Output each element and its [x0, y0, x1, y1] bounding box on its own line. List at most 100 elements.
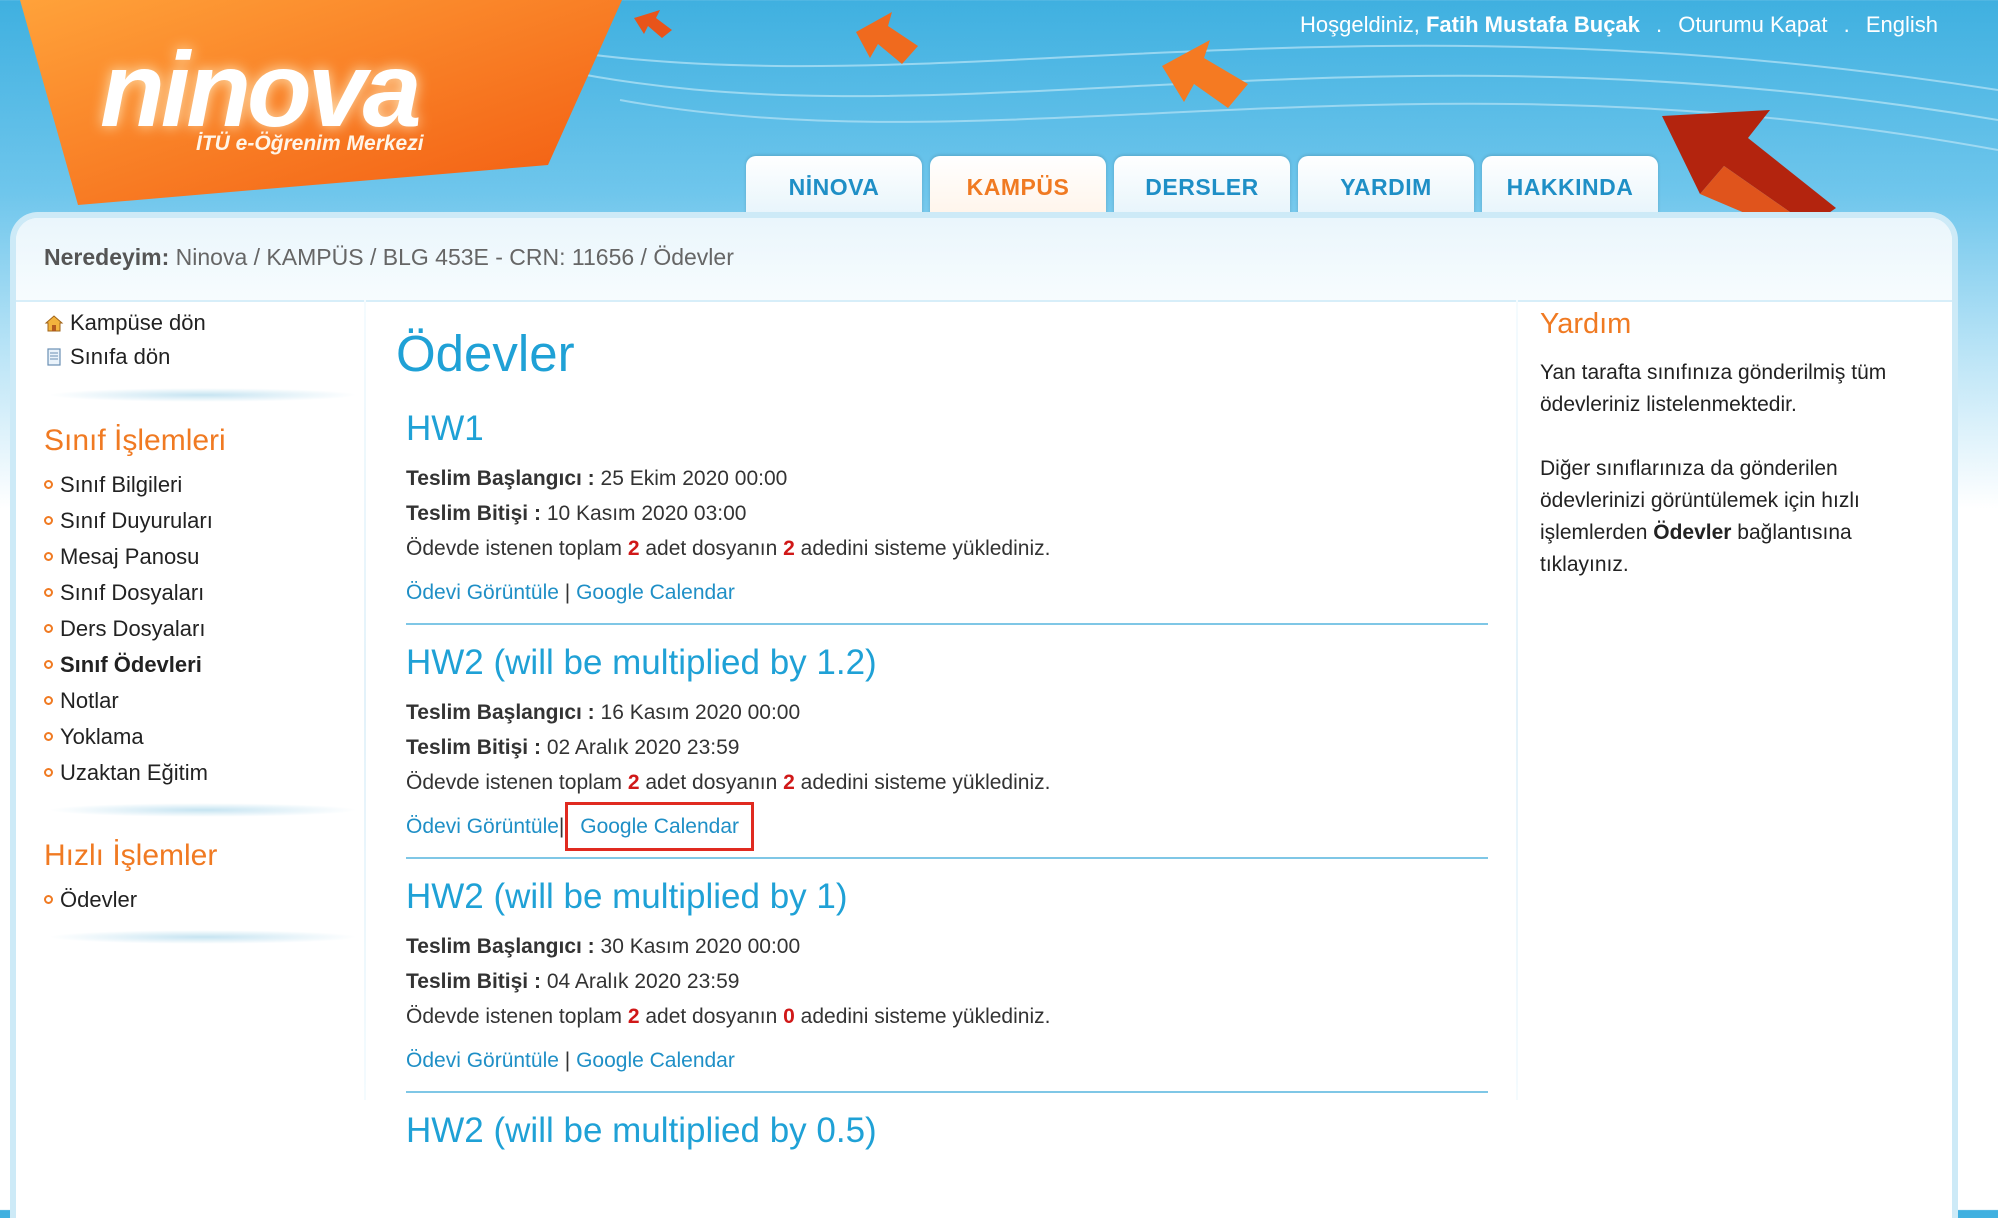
class-icon [47, 348, 61, 366]
breadcrumb: Neredeyim: Ninova / KAMPÜS / BLG 453E - … [16, 218, 1952, 302]
bullet-icon [44, 895, 53, 904]
homework-item: HW2 (will be multiplied by 1.2) Teslim B… [406, 643, 1488, 859]
end-value: 04 Aralık 2020 23:59 [546, 970, 740, 993]
homework-start: Teslim Başlangıcı : 16 Kasım 2020 00:00 [406, 701, 1488, 725]
homework-title[interactable]: HW2 (will be multiplied by 1) [406, 877, 1488, 917]
arrow-decoration-icon [634, 10, 672, 38]
breadcrumb-path[interactable]: Ninova / KAMPÜS / BLG 453E - CRN: 11656 … [176, 244, 734, 270]
homework-end: Teslim Bitişi : 10 Kasım 2020 03:00 [406, 502, 1488, 526]
link-separator: | [558, 815, 565, 838]
uploaded-count: 2 [783, 771, 795, 794]
homework-end: Teslim Bitişi : 04 Aralık 2020 23:59 [406, 970, 1488, 994]
start-value: 25 Ekim 2020 00:00 [600, 467, 788, 490]
sidebar-item-class-files[interactable]: Sınıf Dosyaları [44, 580, 350, 605]
homework-title[interactable]: HW2 (will be multiplied by 0.5) [406, 1111, 1488, 1151]
homework-title[interactable]: HW2 (will be multiplied by 1.2) [406, 643, 1488, 683]
top-user-bar: Hoşgeldiniz, Fatih Mustafa Buçak . Oturu… [1300, 12, 1938, 38]
homework-title[interactable]: HW1 [406, 409, 1488, 449]
arrow-decoration-icon [1162, 40, 1248, 108]
sidebar-divider [48, 803, 358, 817]
left-sidebar: Kampüse dön Sınıfa dön Sınıf İşlemleri S… [30, 310, 358, 962]
upload-text: adedini sisteme yüklediniz. [800, 771, 1051, 794]
sidebar-divider [48, 930, 358, 944]
upload-status: Ödevde istenen toplam 2 adet dosyanın 2 … [406, 537, 1488, 561]
end-value: 02 Aralık 2020 23:59 [546, 736, 740, 759]
sidebar-item-label: Uzaktan Eğitim [60, 759, 208, 785]
view-homework-link[interactable]: Ödevi Görüntüle [406, 1049, 559, 1072]
bullet-icon [44, 696, 53, 705]
sidebar-item-grades[interactable]: Notlar [44, 688, 350, 713]
bullet-icon [44, 480, 53, 489]
tab-yardim[interactable]: YARDIM [1298, 156, 1474, 218]
quick-operations-title: Hızlı İşlemler [44, 839, 218, 872]
help-emphasis: Ödevler [1653, 521, 1732, 544]
upload-status: Ödevde istenen toplam 2 adet dosyanın 0 … [406, 1005, 1488, 1029]
google-calendar-link[interactable]: Google Calendar [565, 802, 755, 851]
main-tabs: NİNOVA KAMPÜS DERSLER YARDIM HAKKINDA [746, 156, 1666, 218]
back-to-class-label: Sınıfa dön [70, 344, 171, 369]
sidebar-item-label: Sınıf Duyuruları [60, 507, 213, 533]
uploaded-count: 0 [783, 1005, 795, 1028]
homework-links: Ödevi Görüntüle | Google Calendar [406, 1049, 1488, 1073]
tab-dersler[interactable]: DERSLER [1114, 156, 1290, 218]
homework-item: HW2 (will be multiplied by 1) Teslim Baş… [406, 877, 1488, 1093]
homework-links: Ödevi Görüntüle| Google Calendar [406, 802, 1488, 851]
sidebar-item-label: Sınıf Dosyaları [60, 579, 205, 605]
sidebar-item-homeworks[interactable]: Ödevler [44, 887, 350, 912]
sidebar-item-label: Ders Dosyaları [60, 615, 206, 641]
logo-subtitle: İTÜ e-Öğrenim Merkezi [196, 132, 424, 155]
sidebar-item-label: Sınıf Bilgileri [60, 471, 183, 497]
arrow-decoration-icon [1662, 110, 1836, 225]
sidebar-item-label: Mesaj Panosu [60, 543, 200, 569]
end-label: Teslim Bitişi : [406, 736, 541, 759]
upload-text: adet dosyanın [645, 537, 778, 560]
language-link[interactable]: English [1866, 12, 1938, 37]
total-count: 2 [627, 771, 640, 794]
sidebar-item-label: Notlar [60, 687, 119, 713]
tab-ninova[interactable]: NİNOVA [746, 156, 922, 218]
page-title: Ödevler [396, 325, 575, 382]
back-to-campus-label: Kampüse dön [70, 310, 206, 335]
view-homework-link[interactable]: Ödevi Görüntüle [406, 581, 559, 604]
link-separator: | [564, 1049, 571, 1072]
logout-link[interactable]: Oturumu Kapat [1678, 12, 1827, 37]
bullet-icon [44, 660, 53, 669]
back-to-campus-link[interactable]: Kampüse dön [44, 310, 350, 336]
bullet-icon [44, 588, 53, 597]
sidebar-item-distance-learning[interactable]: Uzaktan Eğitim [44, 760, 350, 785]
bullet-icon [44, 732, 53, 741]
back-to-class-link[interactable]: Sınıfa dön [44, 344, 350, 370]
end-value: 10 Kasım 2020 03:00 [546, 502, 747, 525]
total-count: 2 [627, 1005, 640, 1028]
upload-text: adedini sisteme yüklediniz. [800, 1005, 1051, 1028]
link-separator: | [564, 581, 571, 604]
google-calendar-link[interactable]: Google Calendar [576, 1049, 735, 1072]
help-panel: Yardım Yan tarafta sınıfınıza gönderilmi… [1540, 300, 1920, 613]
sidebar-item-message-board[interactable]: Mesaj Panosu [44, 544, 350, 569]
start-label: Teslim Başlangıcı : [406, 935, 595, 958]
sidebar-item-class-homeworks[interactable]: Sınıf Ödevleri [44, 652, 350, 677]
upload-text: Ödevde istenen toplam [406, 1005, 622, 1028]
start-value: 30 Kasım 2020 00:00 [600, 935, 801, 958]
sidebar-item-class-announcements[interactable]: Sınıf Duyuruları [44, 508, 350, 533]
upload-text: adedini sisteme yüklediniz. [800, 537, 1051, 560]
homework-end: Teslim Bitişi : 02 Aralık 2020 23:59 [406, 736, 1488, 760]
tab-hakkinda[interactable]: HAKKINDA [1482, 156, 1658, 218]
upload-text: adet dosyanın [645, 1005, 778, 1028]
bullet-icon [44, 768, 53, 777]
sidebar-item-label: Ödevler [60, 886, 138, 912]
sidebar-item-class-info[interactable]: Sınıf Bilgileri [44, 472, 350, 497]
upload-text: Ödevde istenen toplam [406, 771, 622, 794]
end-label: Teslim Bitişi : [406, 502, 541, 525]
tab-kampus[interactable]: KAMPÜS [930, 156, 1106, 218]
homework-start: Teslim Başlangıcı : 30 Kasım 2020 00:00 [406, 935, 1488, 959]
sidebar-item-attendance[interactable]: Yoklama [44, 724, 350, 749]
sidebar-item-course-files[interactable]: Ders Dosyaları [44, 616, 350, 641]
view-homework-link[interactable]: Ödevi Görüntüle [406, 815, 559, 838]
homework-item: HW2 (will be multiplied by 0.5) [406, 1111, 1488, 1187]
start-value: 16 Kasım 2020 00:00 [600, 701, 801, 724]
homework-start: Teslim Başlangıcı : 25 Ekim 2020 00:00 [406, 467, 1488, 491]
google-calendar-link[interactable]: Google Calendar [576, 581, 735, 604]
start-label: Teslim Başlangıcı : [406, 701, 595, 724]
upload-status: Ödevde istenen toplam 2 adet dosyanın 2 … [406, 771, 1488, 795]
